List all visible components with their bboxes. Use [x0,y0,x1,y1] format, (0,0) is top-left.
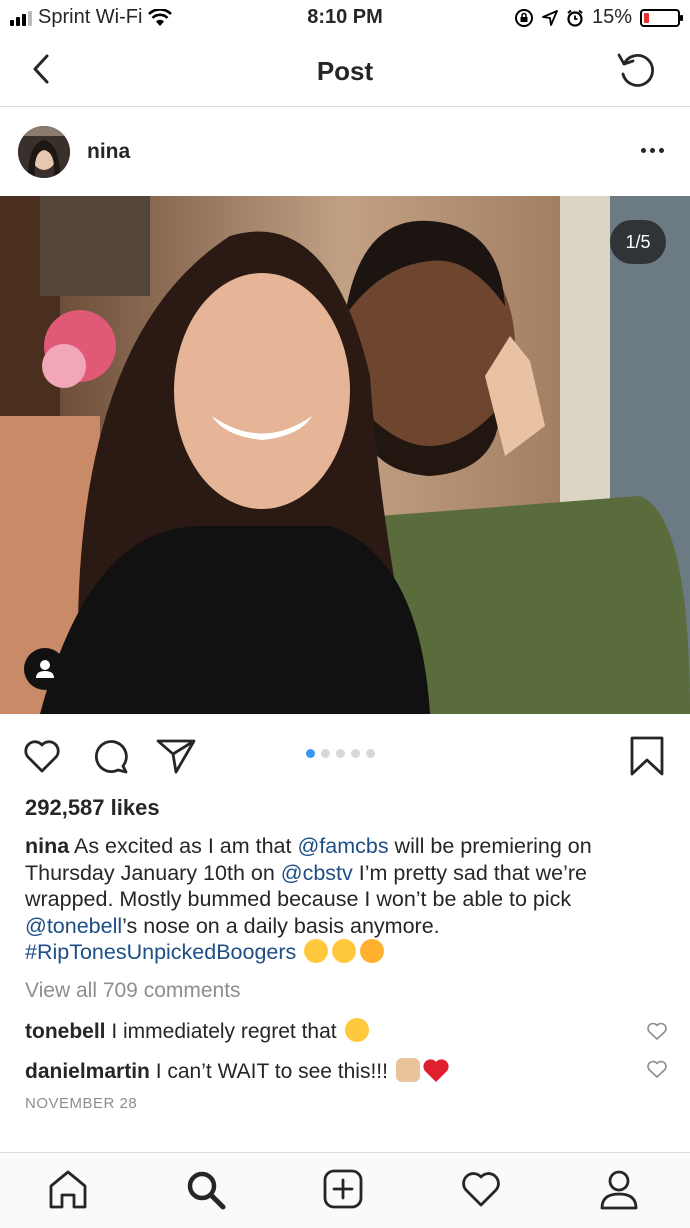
tagged-people-icon[interactable] [24,648,66,690]
raising-hands-emoji [395,1058,420,1082]
comment-text: I can’t WAIT to see this!!! [149,1060,388,1083]
comment-like-heart-icon[interactable] [646,1058,668,1080]
heart-icon[interactable] [20,734,64,778]
nav-bar: Post [0,36,690,107]
more-options-icon[interactable] [641,148,664,153]
like-count[interactable]: 292,587 likes [25,795,160,821]
comment-item: danielmartin I can’t WAIT to see this!!! [25,1057,625,1084]
carousel-dot [336,749,345,758]
mention-famcbs[interactable]: @famcbs [297,834,388,858]
status-right: 15% [514,6,683,29]
page-title: Post [316,56,374,86]
battery-label: 15% [591,6,632,28]
carousel-dot [351,749,360,758]
comment-like-heart-icon[interactable] [646,1020,668,1042]
mention-tonebell[interactable]: @tonebell [25,914,122,938]
comment-username[interactable]: danielmartin [25,1060,150,1083]
home-icon[interactable] [46,1167,90,1211]
hashtag-link[interactable]: #RipTonesUnpickedBoogers [25,940,296,964]
search-icon[interactable] [183,1167,227,1211]
bookmark-icon[interactable] [625,734,669,778]
comment-text: I immediately regret that [105,1020,337,1043]
carousel-dot [366,749,375,758]
status-bar: Sprint Wi-Fi 8:10 PM 15% [0,0,690,36]
comment-icon[interactable] [88,734,132,778]
comment-username[interactable]: tonebell [25,1020,106,1043]
caption-username[interactable]: nina [25,834,69,858]
mention-cbstv[interactable]: @cbstv [281,861,353,885]
location-icon [542,9,558,26]
carousel-indicator [306,749,375,758]
alarm-icon [567,9,583,27]
comment-item: tonebell I immediately regret that [25,1018,625,1044]
caption-text-1: As excited as I am that [69,834,298,858]
activity-heart-icon[interactable] [459,1167,503,1211]
pleading-face-emoji [304,939,329,963]
bottom-tab-bar [0,1152,690,1228]
rotation-lock-icon [514,8,533,27]
tears-of-joy-emoji [344,1018,369,1042]
post-photo[interactable]: 1/5 [0,196,690,714]
photo-counter: 1/5 [610,220,666,264]
battery-icon [640,8,683,27]
carousel-dot [306,749,315,758]
dizzy-face-emoji [360,939,385,963]
post-caption: nina As excited as I am that @famcbs wil… [25,833,670,966]
caption-text-4: ’s nose on a daily basis anymore. [122,913,440,938]
new-post-icon[interactable] [321,1167,365,1211]
red-heart-emoji [423,1059,449,1082]
view-all-comments-link[interactable]: View all 709 comments [25,979,241,1003]
action-bar [0,714,690,794]
post-date: NOVEMBER 28 [25,1095,138,1112]
sleepy-face-emoji [332,939,357,963]
profile-icon[interactable] [597,1167,641,1211]
post-username[interactable]: nina [87,140,130,164]
carousel-dot [321,749,330,758]
avatar[interactable] [18,126,70,178]
refresh-icon[interactable] [614,48,658,92]
post-header: nina [0,108,690,196]
share-icon[interactable] [154,734,198,778]
photo-image [0,196,690,714]
